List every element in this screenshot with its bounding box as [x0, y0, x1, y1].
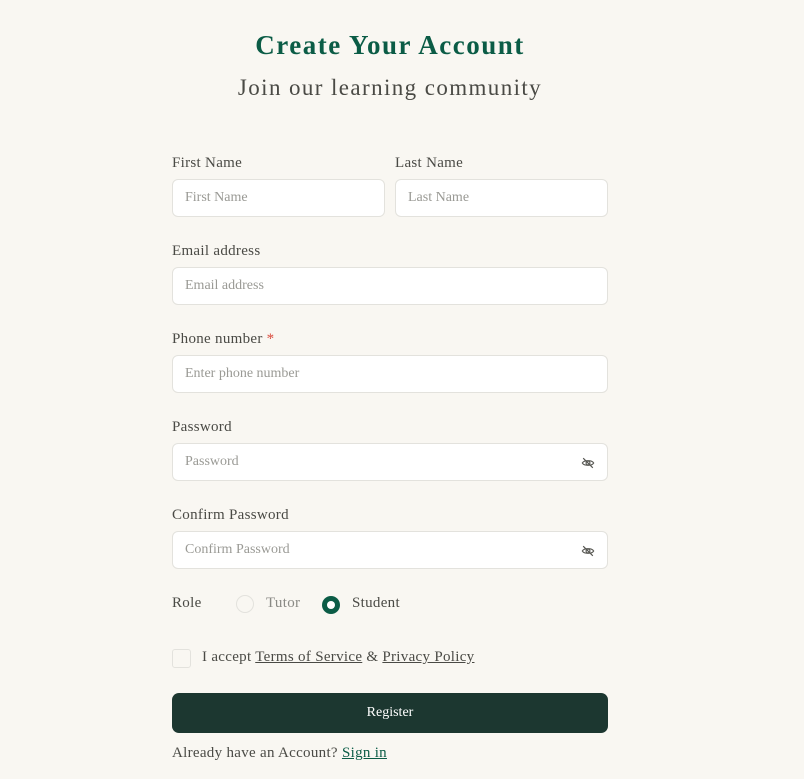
terms-prefix: I accept — [202, 649, 252, 665]
last-name-label: Last Name — [395, 155, 464, 171]
last-name-field — [395, 179, 608, 217]
first-name-input[interactable] — [173, 180, 384, 216]
first-name-field — [172, 179, 385, 217]
page-subtitle: Join our learning community — [237, 75, 543, 100]
password-field — [172, 443, 608, 481]
terms-of-service-link[interactable]: Terms of Service — [255, 649, 362, 665]
role-radio-tutor[interactable] — [236, 595, 254, 613]
last-name-input[interactable] — [396, 180, 607, 216]
confirm-password-label: Confirm Password — [172, 507, 289, 523]
password-input[interactable] — [173, 444, 607, 480]
privacy-policy-link[interactable]: Privacy Policy — [382, 649, 474, 665]
password-label: Password — [172, 419, 232, 435]
signin-prompt: Already have an Account? Sign in — [172, 745, 387, 762]
email-input[interactable] — [173, 268, 607, 304]
confirm-password-input[interactable] — [173, 532, 607, 568]
terms-separator: & — [366, 649, 379, 665]
required-marker: * — [266, 331, 275, 347]
first-name-label: First Name — [172, 155, 243, 171]
phone-field — [172, 355, 608, 393]
terms-text: I accept Terms of Service & Privacy Poli… — [202, 649, 474, 666]
register-page: Create Your Account Join our learning co… — [0, 0, 804, 779]
phone-input[interactable] — [173, 356, 607, 392]
role-group: Role Tutor Student — [172, 595, 608, 615]
role-option-student-label[interactable]: Student — [352, 595, 400, 612]
role-label: Role — [172, 595, 202, 611]
phone-label-text: Phone number — [172, 331, 263, 347]
role-option-tutor-label[interactable]: Tutor — [266, 595, 300, 612]
signin-link[interactable]: Sign in — [342, 745, 387, 761]
phone-label: Phone number * — [172, 331, 274, 348]
eye-off-icon[interactable] — [581, 544, 595, 558]
terms-checkbox[interactable] — [172, 649, 191, 668]
email-field — [172, 267, 608, 305]
page-title: Create Your Account — [255, 30, 525, 60]
signin-prompt-text: Already have an Account? — [172, 745, 338, 761]
role-radio-student[interactable] — [322, 596, 340, 614]
email-label: Email address — [172, 243, 261, 259]
register-button[interactable]: Register — [172, 693, 608, 733]
confirm-password-field — [172, 531, 608, 569]
eye-off-icon[interactable] — [581, 456, 595, 470]
